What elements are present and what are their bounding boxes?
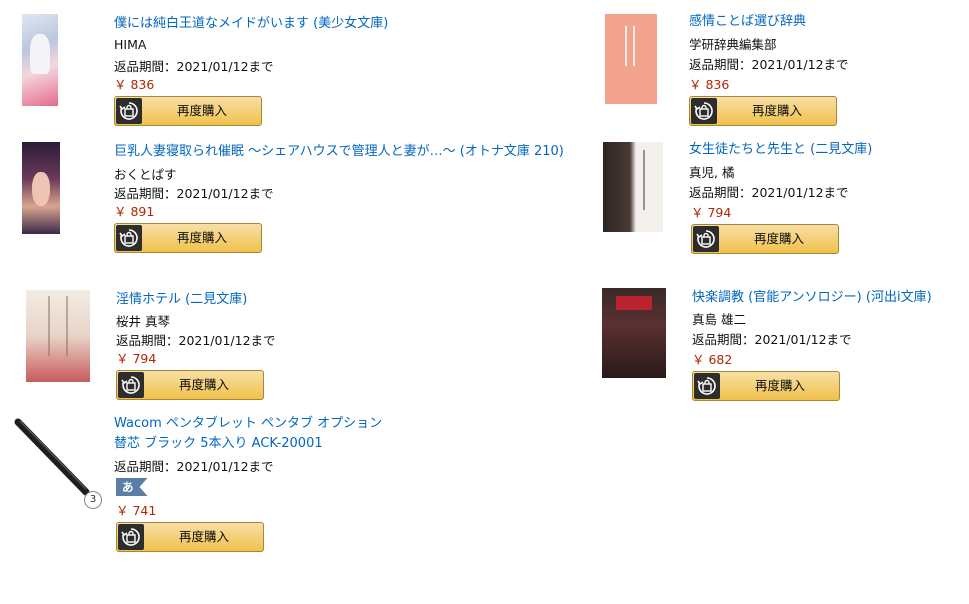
product-image[interactable] [22,14,58,106]
buy-again-icon [693,226,719,252]
product-title[interactable]: 淫情ホテル (二見文庫) [116,290,247,310]
product-author: HIMA [114,37,147,52]
product-title[interactable]: 快楽調教 (官能アンソロジー) (河出i文庫) [692,288,932,308]
product-image[interactable] [26,290,90,382]
return-period: 返品期間：2021/01/12まで [114,59,274,74]
buy-again-button[interactable]: 再度購入 [114,96,262,126]
buy-again-button[interactable]: 再度購入 [116,370,264,400]
buy-again-icon [118,524,144,550]
return-period: 返品期間：2021/01/12まで [116,333,276,348]
product-price: ￥ 682 [692,352,733,367]
product-author: 真児, 橘 [689,165,735,180]
product-title[interactable]: 感情ことば選び辞典 [689,12,806,32]
product-title[interactable]: 巨乳人妻寝取られ催眠 ～シェアハウスで管理人と妻が…～ (オトナ文庫 210) [114,142,564,162]
buy-again-button[interactable]: 再度購入 [116,522,264,552]
product-image[interactable] [605,14,657,104]
return-period: 返品期間：2021/01/12まで [692,332,852,347]
product-title[interactable]: 僕には純白王道なメイドがいます (美少女文庫) [114,14,388,34]
return-period: 返品期間：2021/01/12まで [114,459,274,474]
product-price: ￥ 891 [114,204,155,219]
buy-again-button[interactable]: 再度購入 [114,223,262,253]
product-title-line1[interactable]: Wacom ペンタブレット ペンタブ オプション [114,414,382,434]
buy-again-label: 再度購入 [178,377,229,392]
buy-again-label: 再度購入 [176,230,227,245]
product-price: ￥ 794 [691,205,732,220]
product-image[interactable] [602,288,666,378]
buy-again-icon [691,98,717,124]
return-period: 返品期間：2021/01/12まで [689,57,849,72]
product-image[interactable] [22,142,60,234]
product-title-line2[interactable]: 替芯 ブラック 5本入り ACK-20001 [114,434,323,454]
buy-again-icon [118,372,144,398]
buy-again-icon [116,225,142,251]
return-period: 返品期間：2021/01/12まで [114,186,274,201]
product-title[interactable]: 女生徒たちと先生と (二見文庫) [689,140,872,160]
product-author: おくとぱす [114,167,177,182]
product-author: 真島 雄二 [692,312,746,327]
buy-again-label: 再度購入 [753,231,804,246]
quantity-badge: 3 [84,491,102,509]
return-period: 返品期間：2021/01/12まで [689,185,849,200]
buy-again-label: 再度購入 [751,103,802,118]
product-image[interactable] [603,142,663,232]
product-price: ￥ 836 [689,77,730,92]
buy-again-label: 再度購入 [754,378,805,393]
add-on-item-badge: あわせ買い対象 [116,478,148,496]
product-author: 桜井 真琴 [116,314,170,329]
buy-again-label: 再度購入 [176,103,227,118]
product-price: ￥ 836 [114,77,155,92]
buy-again-icon [694,373,720,399]
buy-again-icon [116,98,142,124]
buy-again-label: 再度購入 [178,529,229,544]
buy-again-button[interactable]: 再度購入 [689,96,837,126]
product-price: ￥ 741 [116,503,157,518]
buy-again-button[interactable]: 再度購入 [691,224,839,254]
buy-again-button[interactable]: 再度購入 [692,371,840,401]
product-price: ￥ 794 [116,351,157,366]
product-author: 学研辞典編集部 [689,37,777,52]
